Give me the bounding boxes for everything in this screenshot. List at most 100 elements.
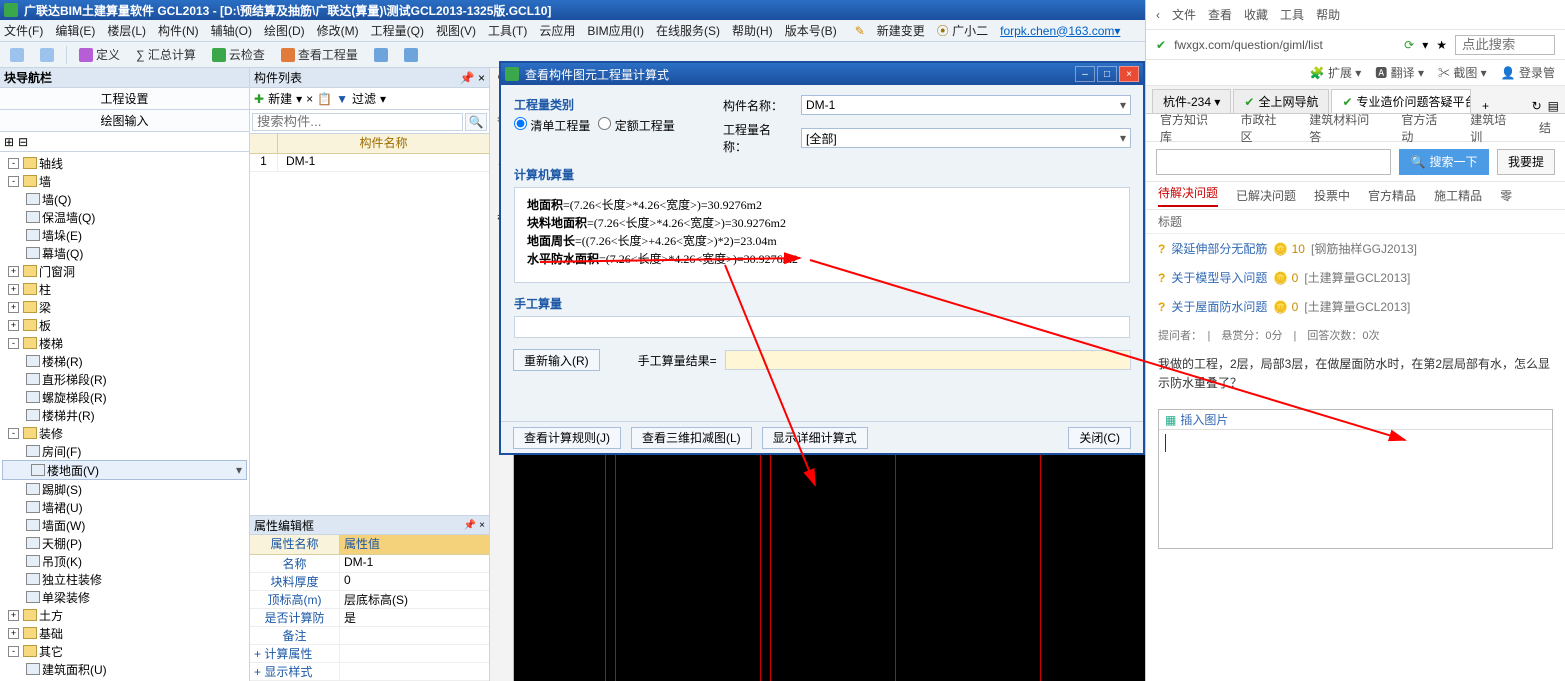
tree-item[interactable]: +柱 [2, 280, 247, 298]
subtab-vote[interactable]: 投票中 [1314, 187, 1350, 204]
prop-expand-calc[interactable]: + 计算属性 [250, 645, 489, 663]
gld-label[interactable]: ⦿ 广小二 [937, 22, 988, 39]
tree-item[interactable]: 单梁装修 [2, 588, 247, 606]
result-input[interactable] [725, 350, 1131, 370]
site-search-input[interactable] [1156, 149, 1391, 175]
menu-item[interactable]: 在线服务(S) [656, 22, 720, 39]
menu-fav[interactable]: 收藏 [1244, 6, 1268, 23]
reload-icon[interactable]: ⟳ [1404, 38, 1414, 52]
subtab-pending[interactable]: 待解决问题 [1158, 184, 1218, 207]
component-tree[interactable]: -轴线-墙墙(Q)保温墙(Q)墙垛(E)幕墙(Q)+门窗洞+柱+梁+板-楼梯楼梯… [0, 152, 249, 681]
tree-item[interactable]: 楼梯(R) [2, 352, 247, 370]
close-button[interactable]: 关闭(C) [1068, 427, 1131, 449]
tree-item[interactable]: +基础 [2, 624, 247, 642]
prop-expand-display[interactable]: + 显示样式 [250, 663, 489, 681]
omnibox-search[interactable] [1455, 35, 1555, 55]
tb-extra2[interactable] [400, 47, 422, 63]
tree-item[interactable]: 踢脚(S) [2, 480, 247, 498]
property-row[interactable]: 名称DM-1 [250, 555, 489, 573]
tb-extra[interactable] [370, 47, 392, 63]
define-button[interactable]: 定义 [75, 45, 124, 64]
menu-item[interactable]: 楼层(L) [107, 22, 146, 39]
nav-link[interactable]: 市政社区 [1240, 111, 1287, 145]
view-qty-button[interactable]: 查看工程量 [277, 45, 362, 64]
tree-item[interactable]: 楼地面(V) [2, 460, 247, 480]
menu-item[interactable]: 版本号(B) [785, 22, 837, 39]
tree-item[interactable]: 螺旋梯段(R) [2, 388, 247, 406]
tab-restore[interactable]: ↻ [1532, 99, 1542, 113]
menu-item[interactable]: 绘图(D) [264, 22, 305, 39]
site-search-button[interactable]: 🔍 搜索一下 [1399, 149, 1489, 175]
menu-item[interactable]: 辅轴(O) [211, 22, 252, 39]
property-row[interactable]: 块料厚度0 [250, 573, 489, 591]
login-button[interactable]: 👤 登录管 [1501, 64, 1555, 81]
tree-item[interactable]: +门窗洞 [2, 262, 247, 280]
expand-icon[interactable]: ⊞ [4, 135, 14, 149]
tree-item[interactable]: 幕墙(Q) [2, 244, 247, 262]
nav-link[interactable]: 官方知识库 [1160, 111, 1218, 145]
insert-image-box[interactable]: ▦插入图片 [1158, 409, 1553, 549]
radio-list[interactable]: 清单工程量 [514, 117, 590, 134]
nav-link[interactable]: 建筑材料问答 [1309, 111, 1379, 145]
view-rules-button[interactable]: 查看计算规则(J) [513, 427, 621, 449]
tree-item[interactable]: 天棚(P) [2, 534, 247, 552]
tree-item[interactable]: -其它 [2, 642, 247, 660]
tree-item[interactable]: 墙裙(U) [2, 498, 247, 516]
tree-item[interactable]: 独立柱装修 [2, 570, 247, 588]
menu-item[interactable]: 工程量(Q) [371, 22, 424, 39]
menu-item[interactable]: 构件(N) [158, 22, 199, 39]
tree-item[interactable]: 楼梯井(R) [2, 406, 247, 424]
search-input[interactable] [252, 113, 463, 131]
tree-item[interactable]: 墙面(W) [2, 516, 247, 534]
menu-help[interactable]: 帮助 [1316, 6, 1340, 23]
select-name[interactable]: DM-1 [801, 95, 1131, 115]
menu-file[interactable]: 文件 [1172, 6, 1196, 23]
tab-menu[interactable]: ▤ [1548, 99, 1559, 113]
menu-tool[interactable]: 工具 [1280, 6, 1304, 23]
tb-back[interactable] [6, 47, 28, 63]
translate-button[interactable]: 🅰 翻译 ▾ [1375, 64, 1424, 81]
back-icon[interactable]: ‹ [1156, 8, 1160, 22]
dlg-maximize[interactable]: □ [1097, 66, 1117, 82]
draw-input-tab[interactable]: 绘图输入 [0, 110, 249, 132]
nav-link[interactable]: 官方活动 [1401, 111, 1448, 145]
new-change-button[interactable]: 新建变更 [877, 22, 925, 39]
tree-item[interactable]: 墙(Q) [2, 190, 247, 208]
tree-item[interactable]: -墙 [2, 172, 247, 190]
question-row[interactable]: ? 关于屋面防水问题 🪙 0 [土建算量GCL2013] [1146, 292, 1565, 321]
question-row[interactable]: ? 关于模型导入问题 🪙 0 [土建算量GCL2013] [1146, 263, 1565, 292]
property-row[interactable]: 顶标高(m)层底标高(S) [250, 591, 489, 609]
collapse-icon[interactable]: ⊟ [18, 135, 28, 149]
property-row[interactable]: 是否计算防是 [250, 609, 489, 627]
menu-item[interactable]: 帮助(H) [732, 22, 773, 39]
view-3d-button[interactable]: 查看三维扣减图(L) [631, 427, 752, 449]
nav-link[interactable]: 结 [1539, 119, 1551, 136]
question-row[interactable]: ? 梁延伸部分无配筋 🪙 10 [钢筋抽样GGJ2013] [1146, 234, 1565, 263]
tab-2[interactable]: ✔全上网导航 [1233, 89, 1329, 113]
url-text[interactable]: fwxgx.com/question/giml/list [1174, 38, 1396, 52]
subtab-solved[interactable]: 已解决问题 [1236, 187, 1296, 204]
cloud-check-button[interactable]: 云检查 [208, 45, 269, 64]
search-button[interactable]: 🔍 [465, 113, 487, 131]
tree-item[interactable]: 墙垛(E) [2, 226, 247, 244]
menu-item[interactable]: 文件(F) [4, 22, 43, 39]
tree-item[interactable]: -楼梯 [2, 334, 247, 352]
menu-item[interactable]: 云应用 [539, 22, 575, 39]
tree-item[interactable]: +板 [2, 316, 247, 334]
tab-1[interactable]: 杭件-234 ▾ [1152, 89, 1231, 113]
nav-link[interactable]: 建筑培训 [1470, 111, 1517, 145]
dlg-close[interactable]: × [1119, 66, 1139, 82]
subtab-official[interactable]: 官方精品 [1368, 187, 1416, 204]
tree-item[interactable]: +梁 [2, 298, 247, 316]
tree-item[interactable]: 吊顶(K) [2, 552, 247, 570]
tree-item[interactable]: +土方 [2, 606, 247, 624]
tb-fwd[interactable] [36, 47, 58, 63]
project-settings-tab[interactable]: 工程设置 [0, 88, 249, 110]
tree-item[interactable]: 直形梯段(R) [2, 370, 247, 388]
account-link[interactable]: forpk.chen@163.com▾ [1000, 24, 1120, 38]
menu-item[interactable]: 视图(V) [436, 22, 476, 39]
tab-3[interactable]: ✔专业造价问题答疑平台-广联达服× [1331, 89, 1471, 113]
tree-item[interactable]: -轴线 [2, 154, 247, 172]
screenshot-button[interactable]: ✂ 截图 ▾ [1438, 64, 1487, 81]
reinput-button[interactable]: 重新输入(R) [513, 349, 600, 371]
